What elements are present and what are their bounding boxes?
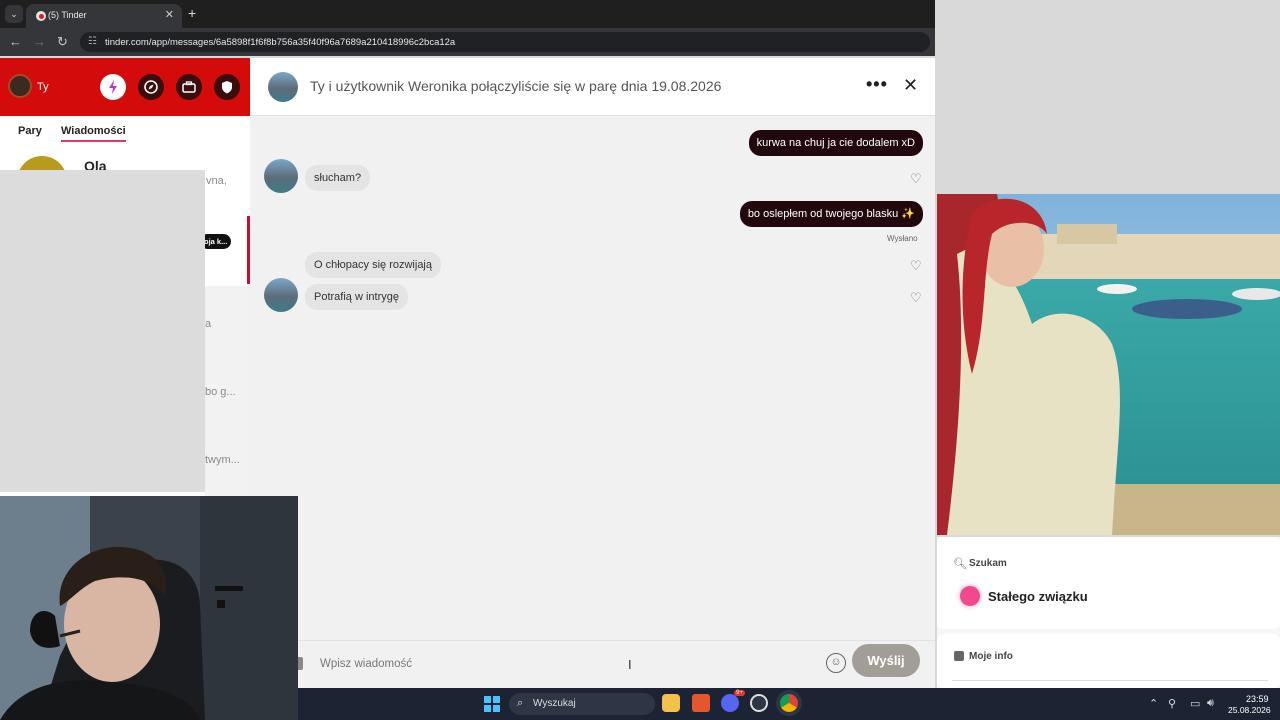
incoming-message: O chłopacy się rozwijają	[305, 252, 441, 278]
match-avatar[interactable]	[268, 72, 298, 102]
tab-matches[interactable]: Pary	[18, 125, 42, 137]
seeking-label: Szukam	[969, 558, 1007, 569]
conversation-snippet: bo g...	[205, 386, 236, 398]
like-heart-icon[interactable]: ♡	[910, 290, 922, 306]
send-button[interactable]: Wyślij	[852, 644, 920, 677]
conversation-snippet: twym...	[205, 454, 240, 466]
tab-title: (5) Tinder	[48, 10, 87, 20]
reload-button[interactable]: ↻	[57, 34, 68, 50]
discord-icon[interactable]: 9+	[721, 690, 745, 712]
my-avatar[interactable]	[8, 74, 32, 98]
like-heart-icon[interactable]: ♡	[910, 171, 922, 187]
discord-badge: 9+	[734, 690, 745, 696]
empty-area	[935, 0, 1280, 194]
close-chat-icon[interactable]: ✕	[903, 75, 918, 96]
volume-icon[interactable]: 🔊︎	[1207, 697, 1214, 710]
incoming-message: Potrafią w intrygę	[305, 284, 408, 310]
show-hidden-icons-icon[interactable]: ⌃	[1149, 697, 1158, 710]
new-tab-button[interactable]: +	[188, 5, 196, 21]
taskbar-search-placeholder: Wyszukaj	[533, 698, 576, 709]
conversation-snippet: a	[205, 318, 212, 330]
brave-browser-icon[interactable]	[692, 694, 710, 712]
webcam-overlay	[0, 496, 298, 720]
boost-button[interactable]	[100, 74, 126, 100]
search-icon: ⌕	[517, 697, 524, 709]
seeking-value: Stałego związku	[988, 589, 1088, 604]
tab-close-icon[interactable]: ✕	[165, 8, 174, 21]
tab-messages[interactable]: Wiadomości	[61, 125, 126, 142]
search-icon: 🔍︎	[953, 558, 967, 570]
active-conversation-item[interactable]	[205, 216, 250, 284]
clock-time[interactable]: 23:59	[1246, 694, 1269, 704]
url-text: tinder.com/app/messages/6a5898f1f6f8b756…	[105, 37, 456, 48]
work-mode-button[interactable]	[176, 74, 202, 100]
match-avatar[interactable]	[264, 278, 298, 312]
text-cursor-icon: I	[628, 657, 632, 672]
compass-icon	[144, 80, 158, 94]
conversation-list: a bo g... twym...	[205, 286, 250, 498]
incoming-message: słucham?	[305, 165, 371, 191]
taskbar-search[interactable]: ⌕ Wyszukaj	[509, 693, 655, 715]
address-bar[interactable]: ☷ tinder.com/app/messages/6a5898f1f6f8b7…	[80, 32, 930, 52]
chrome-icon[interactable]	[780, 694, 798, 712]
tinder-favicon-icon	[36, 11, 46, 21]
sent-status: Wysłano	[887, 234, 918, 243]
windows-start-icon[interactable]	[484, 696, 500, 712]
heart-arrow-icon	[960, 586, 980, 606]
browser-nav-bar: ← → ↻ ☷ tinder.com/app/messages/6a5898f1…	[0, 28, 935, 56]
more-options-icon[interactable]: •••	[866, 74, 888, 95]
safety-center-button[interactable]	[214, 74, 240, 100]
bolt-icon	[109, 80, 117, 94]
explore-button[interactable]	[138, 74, 164, 100]
like-heart-icon[interactable]: ♡	[910, 258, 922, 274]
message-input[interactable]	[320, 652, 800, 676]
emoji-icon[interactable]: ☺	[826, 653, 846, 673]
outgoing-message: bo oslepłem od twojego blasku ✨	[739, 201, 923, 227]
profile-photo[interactable]	[937, 194, 1280, 535]
my-info-label: Moje info	[969, 651, 1013, 662]
briefcase-icon	[182, 81, 196, 93]
tab-search-button[interactable]: ⌄	[5, 5, 23, 23]
match-info-text: Ty i użytkownik Weronika połączyliście s…	[310, 78, 722, 94]
browser-tab[interactable]: (5) Tinder ✕	[26, 4, 182, 28]
relationship-intent-card	[937, 537, 1280, 629]
shield-icon	[222, 81, 232, 94]
my-profile-name[interactable]: Ty	[37, 81, 49, 93]
forward-button[interactable]: →	[33, 34, 46, 49]
censor-overlay	[0, 170, 205, 492]
steam-icon[interactable]	[750, 694, 768, 712]
display-icon[interactable]: ▭	[1190, 697, 1200, 710]
id-card-icon	[954, 651, 964, 661]
network-icon[interactable]: ⚲	[1168, 697, 1176, 710]
conversation-snippet: vna,	[206, 175, 227, 187]
file-explorer-icon[interactable]	[662, 694, 680, 712]
divider	[952, 680, 1268, 681]
match-avatar[interactable]	[264, 159, 298, 193]
site-info-icon[interactable]: ☷	[88, 36, 97, 47]
back-button[interactable]: ←	[9, 34, 22, 49]
clock-date[interactable]: 25.08.2026	[1228, 705, 1271, 715]
outgoing-message: kurwa na chuj ja cie dodalem xD	[748, 130, 923, 156]
